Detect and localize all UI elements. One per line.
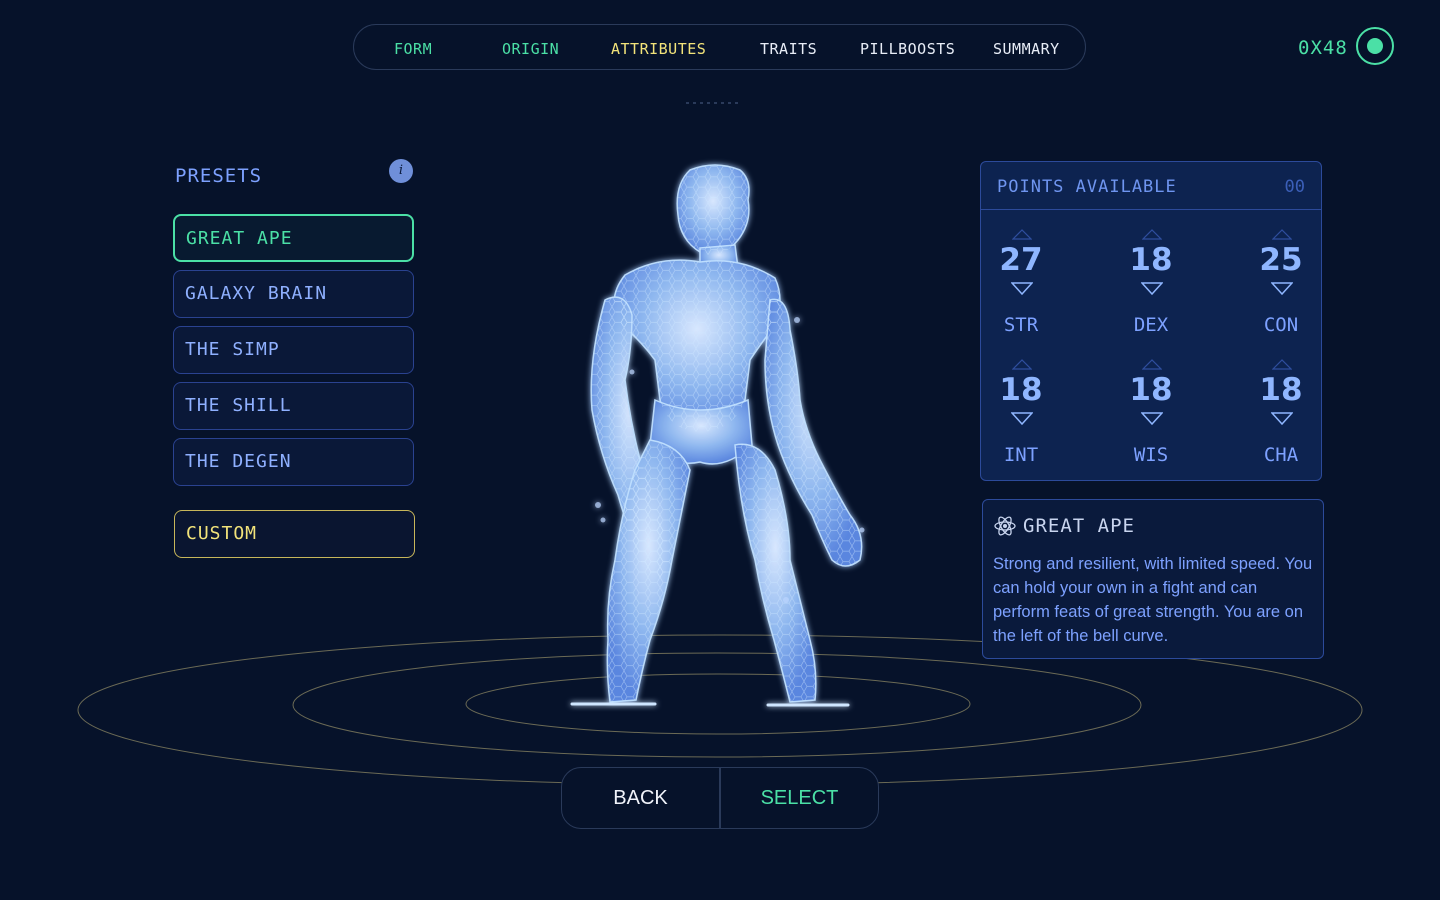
presets-title: PRESETS <box>175 165 263 187</box>
wallet-status-button[interactable] <box>1356 27 1394 65</box>
increase-arrow-icon[interactable] <box>1142 228 1162 240</box>
stat-value: 18 <box>1259 372 1303 408</box>
stat-label: WIS <box>1133 444 1169 466</box>
description-body: Strong and resilient, with limited speed… <box>993 555 1313 645</box>
points-panel: POINTS AVAILABLE 00 27 STR 18 DEX 25 CON… <box>980 161 1322 481</box>
nav-step-attributes[interactable]: ATTRIBUTES <box>611 40 706 58</box>
increase-arrow-icon[interactable] <box>1012 358 1032 370</box>
select-button[interactable]: SELECT <box>721 768 878 828</box>
decrease-arrow-icon[interactable] <box>1271 412 1293 426</box>
description-title: GREAT APE <box>1023 515 1135 537</box>
step-navigation: FORM ORIGIN ATTRIBUTES TRAITS PILLBOOSTS… <box>353 24 1086 70</box>
decrease-arrow-icon[interactable] <box>1141 412 1163 426</box>
increase-arrow-icon[interactable] <box>1012 228 1032 240</box>
stat-value: 18 <box>1129 372 1173 408</box>
stat-value: 18 <box>1129 242 1173 278</box>
hologram-figure <box>570 164 865 707</box>
stat-label: DEX <box>1133 314 1169 336</box>
nav-step-pillboosts[interactable]: PILLBOOSTS <box>860 40 955 58</box>
preset-the-simp[interactable]: THE SIMP <box>173 326 414 374</box>
stat-label: CHA <box>1263 444 1299 466</box>
nav-step-origin[interactable]: ORIGIN <box>502 40 559 58</box>
info-icon[interactable]: i <box>389 159 413 183</box>
increase-arrow-icon[interactable] <box>1142 358 1162 370</box>
preset-the-shill[interactable]: THE SHILL <box>173 382 414 430</box>
decrease-arrow-icon[interactable] <box>1141 282 1163 296</box>
stat-value: 25 <box>1259 242 1303 278</box>
action-buttons: BACK SELECT <box>561 767 879 829</box>
preset-great-ape[interactable]: GREAT APE <box>173 214 414 262</box>
decrease-arrow-icon[interactable] <box>1011 282 1033 296</box>
atom-icon <box>994 516 1016 536</box>
increase-arrow-icon[interactable] <box>1272 228 1292 240</box>
stat-value: 18 <box>999 372 1043 408</box>
stat-label: INT <box>1003 444 1039 466</box>
points-available-label: POINTS AVAILABLE <box>997 177 1177 197</box>
increase-arrow-icon[interactable] <box>1272 358 1292 370</box>
status-dot-icon <box>1367 38 1383 54</box>
stat-label: CON <box>1263 314 1299 336</box>
nav-step-summary[interactable]: SUMMARY <box>993 40 1060 58</box>
preset-custom[interactable]: CUSTOM <box>174 510 415 558</box>
nav-indicator <box>686 102 742 104</box>
stat-value: 27 <box>999 242 1043 278</box>
wallet-address: 0X48 <box>1298 37 1348 59</box>
preset-description-card: GREAT APE Strong and resilient, with lim… <box>982 499 1324 659</box>
decrease-arrow-icon[interactable] <box>1011 412 1033 426</box>
stat-label: STR <box>1003 314 1039 336</box>
back-button[interactable]: BACK <box>562 768 719 828</box>
points-header: POINTS AVAILABLE 00 <box>981 162 1321 210</box>
nav-step-traits[interactable]: TRAITS <box>760 40 817 58</box>
points-available-value: 00 <box>1284 177 1305 197</box>
decrease-arrow-icon[interactable] <box>1271 282 1293 296</box>
nav-step-form[interactable]: FORM <box>394 40 432 58</box>
preset-the-degen[interactable]: THE DEGEN <box>173 438 414 486</box>
preset-galaxy-brain[interactable]: GALAXY BRAIN <box>173 270 414 318</box>
